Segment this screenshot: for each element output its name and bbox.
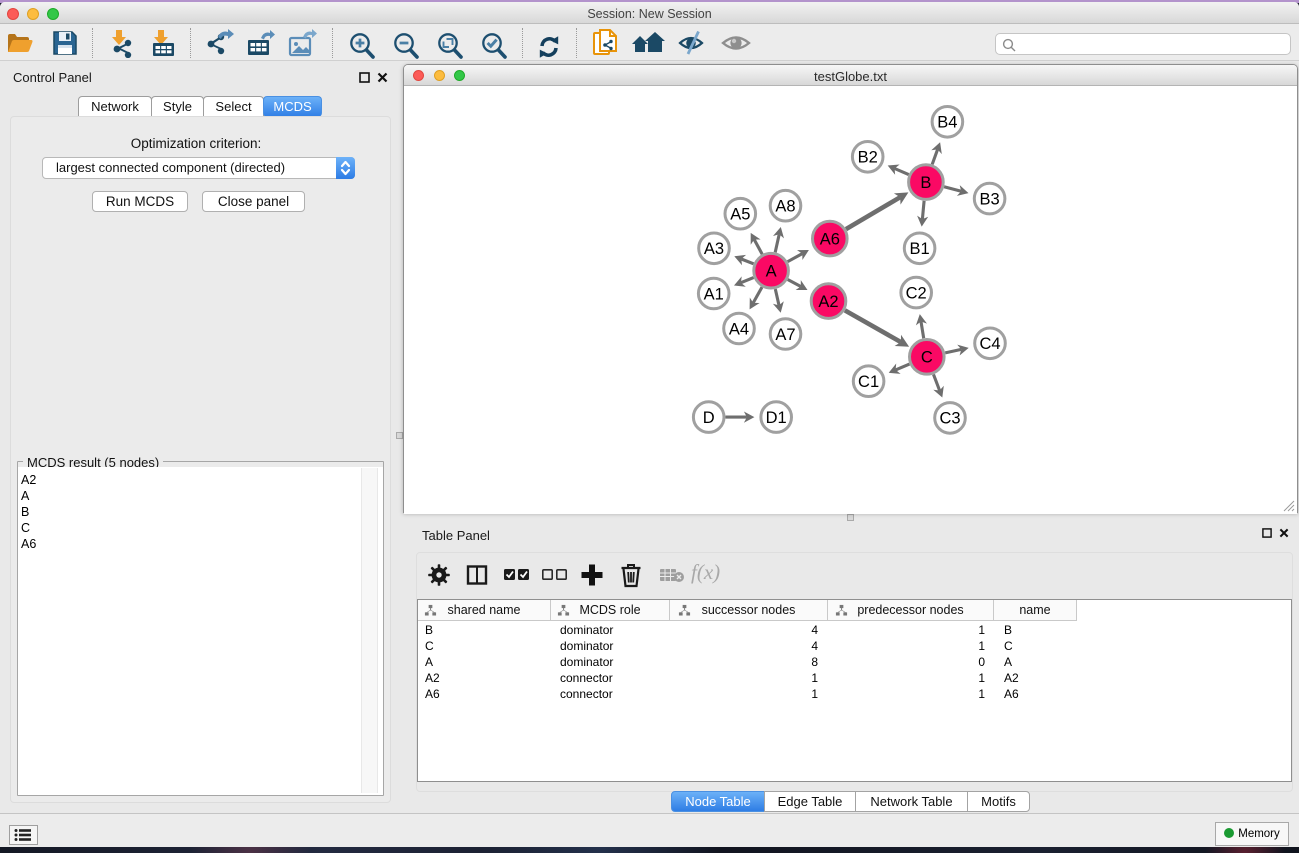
svg-text:B3: B3 bbox=[980, 190, 1000, 208]
svg-text:C1: C1 bbox=[858, 373, 879, 391]
svg-text:A3: A3 bbox=[704, 240, 724, 258]
svg-text:A7: A7 bbox=[775, 326, 795, 344]
svg-text:C3: C3 bbox=[939, 410, 960, 428]
svg-text:A1: A1 bbox=[704, 285, 724, 303]
svg-text:C2: C2 bbox=[906, 284, 927, 302]
svg-text:B4: B4 bbox=[937, 114, 957, 132]
svg-text:D: D bbox=[703, 409, 715, 427]
svg-text:A2: A2 bbox=[818, 293, 838, 311]
svg-text:D1: D1 bbox=[766, 409, 787, 427]
svg-text:C4: C4 bbox=[979, 335, 1000, 353]
svg-text:A5: A5 bbox=[730, 206, 750, 224]
svg-text:A4: A4 bbox=[729, 320, 749, 338]
svg-text:A8: A8 bbox=[775, 198, 795, 216]
svg-text:B2: B2 bbox=[858, 149, 878, 167]
svg-text:B1: B1 bbox=[910, 240, 930, 258]
svg-text:C: C bbox=[921, 349, 933, 367]
svg-text:A: A bbox=[766, 263, 777, 281]
svg-text:B: B bbox=[920, 174, 931, 192]
svg-text:A6: A6 bbox=[820, 230, 840, 248]
